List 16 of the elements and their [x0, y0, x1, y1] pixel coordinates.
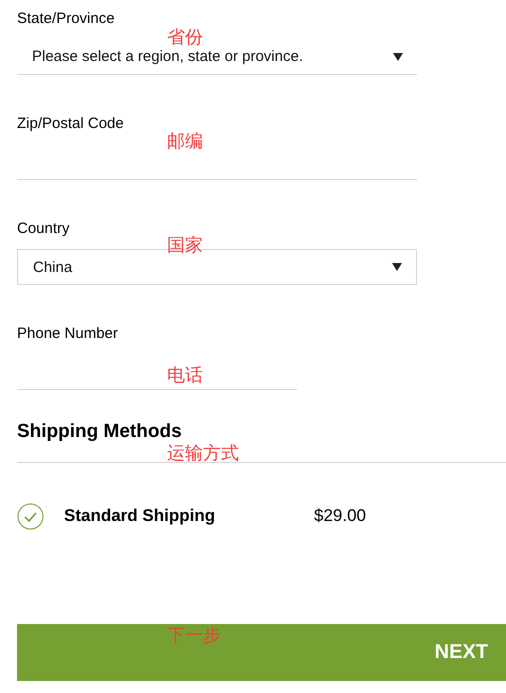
field-label: Phone Number [17, 324, 118, 344]
select-value: Please select a region, state or province. [32, 48, 303, 65]
check-circle-icon[interactable] [17, 502, 44, 530]
section-heading: Shipping Methods [17, 420, 182, 444]
shipping-method-name: Standard Shipping [64, 506, 216, 526]
field-label: Zip/Postal Code [17, 114, 124, 134]
annotation-text: 运输方式 [167, 443, 239, 463]
caret-icon [392, 263, 402, 271]
annotation-text: 下一步 [167, 625, 221, 645]
field-label: State/Province [17, 9, 115, 29]
caret-icon [393, 52, 403, 60]
annotation-text: 电话 [167, 365, 203, 385]
select-value: China [33, 258, 72, 276]
field-label: Country [17, 219, 70, 239]
shipping-price: $29.00 [314, 506, 366, 526]
annotation-text: 邮编 [167, 131, 203, 151]
